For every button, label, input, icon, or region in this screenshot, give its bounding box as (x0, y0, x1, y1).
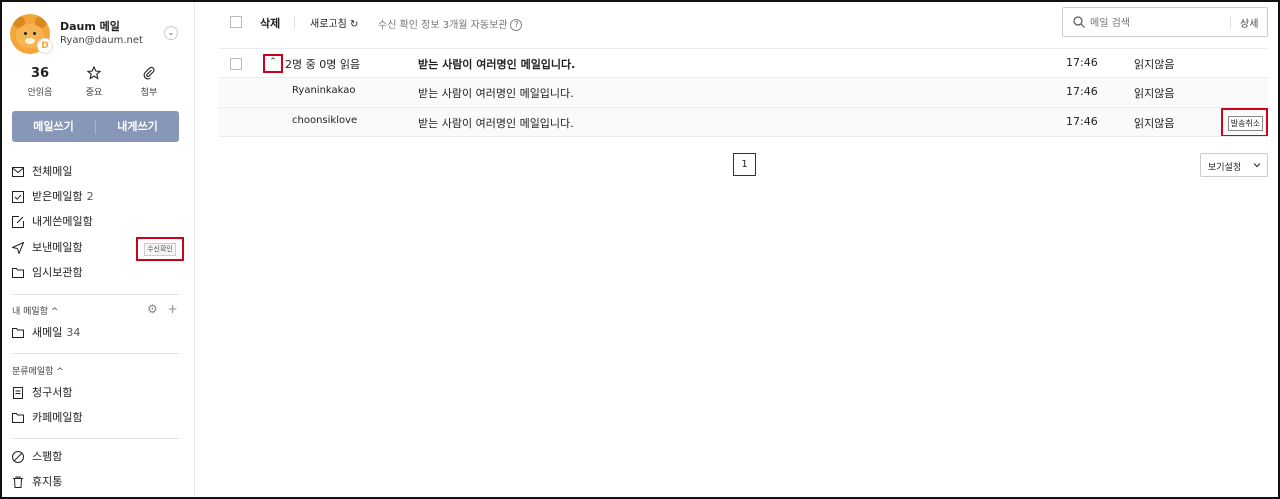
add-mailbox-icon[interactable]: + (168, 302, 178, 316)
send-icon (12, 242, 24, 254)
receipt-info: 수신 확인 정보 3개월 자동보관? (378, 16, 523, 31)
block-icon (12, 451, 24, 463)
nav-label: 전체메일 (32, 165, 73, 178)
mail-status: 읽지않음 (1134, 58, 1175, 71)
nav-cafe-mail[interactable]: 카페메일함 (12, 408, 182, 428)
nav-label: 카페메일함 (32, 411, 83, 424)
nav-label: 임시보관함 (32, 266, 83, 279)
user-email: Ryan@daum.net (60, 35, 143, 46)
folder-icon (12, 413, 24, 423)
mail-subject[interactable]: 받는 사람이 여러명인 메일입니다. (418, 115, 574, 131)
unread-label: 안읽음 (27, 88, 53, 98)
view-settings-label: 보기설정 (1208, 163, 1242, 173)
search-input[interactable] (1090, 15, 1240, 31)
recipient-row[interactable]: Ryaninkakao 받는 사람이 여러명인 메일입니다. 17:46 읽지않… (219, 77, 1268, 106)
delete-button[interactable]: 삭제 (260, 15, 280, 31)
sidebar: D Daum 메일 Ryan@daum.net ⌄ 36 안읽음 중요 첨부 메… (2, 2, 195, 497)
row-checkbox[interactable] (230, 58, 242, 70)
nav-label: 받은메일함 (32, 190, 83, 203)
daum-badge-icon: D (37, 38, 53, 54)
cancel-send-button[interactable]: 발송취소 (1228, 116, 1263, 131)
refresh-icon: ↻ (350, 19, 359, 30)
attach-stat[interactable]: 첨부 (129, 66, 169, 98)
nav-all-mail[interactable]: 전체메일 (12, 162, 182, 182)
nav-sent-mail[interactable]: 보낸메일함 (12, 238, 132, 258)
settings-gear-icon[interactable]: ⚙ (147, 302, 158, 316)
nav-spam[interactable]: 스팸함 (12, 447, 182, 467)
trash-icon (13, 476, 23, 488)
select-all-checkbox[interactable] (230, 16, 242, 28)
nav-inbox[interactable]: 받은메일함 2 (12, 187, 182, 207)
mail-subject[interactable]: 받는 사람이 여러명인 메일입니다. (418, 85, 574, 101)
my-mailbox-title[interactable]: 내 메일함 ^ (12, 304, 58, 317)
search-icon (1073, 16, 1085, 28)
nav-label: 내게쓴메일함 (32, 215, 93, 228)
bill-icon (13, 387, 23, 399)
profile: D Daum 메일 Ryan@daum.net ⌄ (10, 12, 188, 56)
mail-status: 읽지않음 (1134, 117, 1175, 130)
unread-badge: 2 (86, 190, 94, 203)
help-icon[interactable]: ? (510, 19, 523, 31)
mail-time: 17:46 (1066, 56, 1098, 69)
folder-icon (12, 328, 24, 338)
search-box: 상세 (1062, 7, 1268, 37)
mailbox-tools: ⚙ + (147, 302, 178, 316)
recipient-name: Ryaninkakao (292, 85, 356, 96)
page-number-button[interactable]: 1 (733, 153, 756, 176)
collapse-icon[interactable]: ⌃ (263, 54, 283, 73)
detail-search-button[interactable]: 상세 (1240, 15, 1258, 30)
edit-icon (12, 216, 24, 228)
write-mail-button[interactable]: 메일쓰기 (12, 111, 95, 142)
mail-subject[interactable]: 받는 사람이 여러명인 메일입니다. (418, 56, 575, 72)
nav-bills[interactable]: 청구서함 (12, 383, 182, 403)
star-icon (74, 65, 114, 82)
inbox-check-icon (12, 191, 24, 203)
mail-app-frame: D Daum 메일 Ryan@daum.net ⌄ 36 안읽음 중요 첨부 메… (0, 0, 1280, 499)
nav-trash[interactable]: 휴지통 (12, 472, 182, 492)
nav-label: 새메일 (32, 326, 63, 339)
nav-label: 보낸메일함 (32, 241, 83, 254)
attach-label: 첨부 (140, 88, 158, 98)
compose-buttons: 메일쓰기 내게쓰기 (12, 111, 179, 142)
recipient-row[interactable]: choonsiklove 받는 사람이 여러명인 메일입니다. 17:46 읽지… (219, 107, 1268, 137)
nav-label: 휴지통 (32, 475, 63, 488)
receipt-check-highlight: 수신확인 (136, 237, 184, 261)
folder-icon (12, 268, 24, 278)
mail-stats: 36 안읽음 중요 첨부 (12, 65, 182, 98)
chevron-down-icon[interactable]: ⌄ (164, 26, 178, 40)
nav-drafts[interactable]: 임시보관함 (12, 263, 182, 283)
mail-time: 17:46 (1066, 85, 1098, 98)
user-name: Daum 메일 (60, 20, 120, 33)
mail-status: 읽지않음 (1134, 87, 1175, 100)
cancel-send-highlight: 발송취소 (1221, 108, 1268, 137)
mail-summary-row[interactable]: ⌃ 2명 중 0명 읽음 받는 사람이 여러명인 메일입니다. 17:46 읽지… (219, 48, 1268, 77)
mail-time: 17:46 (1066, 115, 1098, 128)
important-stat[interactable]: 중요 (74, 65, 114, 98)
mail-icon (12, 167, 24, 177)
nav-label: 스팸함 (32, 450, 63, 463)
write-to-self-button[interactable]: 내게쓰기 (96, 111, 179, 142)
recipient-name: choonsiklove (292, 115, 358, 126)
important-label: 중요 (85, 88, 103, 98)
nav-new-mail[interactable]: 새메일 34 (12, 323, 182, 343)
nav-self-mail[interactable]: 내게쓴메일함 (12, 212, 182, 232)
receipt-check-button[interactable]: 수신확인 (144, 243, 176, 256)
nav-label: 청구서함 (32, 386, 73, 399)
unread-count: 36 (30, 66, 50, 81)
count-badge: 34 (66, 326, 81, 339)
chevron-down-icon (1253, 163, 1261, 168)
view-settings-dropdown[interactable]: 보기설정 (1200, 153, 1268, 177)
read-status: 2명 중 0명 읽음 (285, 58, 361, 71)
paperclip-icon (129, 66, 169, 82)
refresh-button[interactable]: 새로고침 ↻ (310, 15, 358, 30)
unread-stat[interactable]: 36 안읽음 (20, 66, 60, 98)
category-title[interactable]: 분류메일함 ^ (12, 364, 64, 377)
